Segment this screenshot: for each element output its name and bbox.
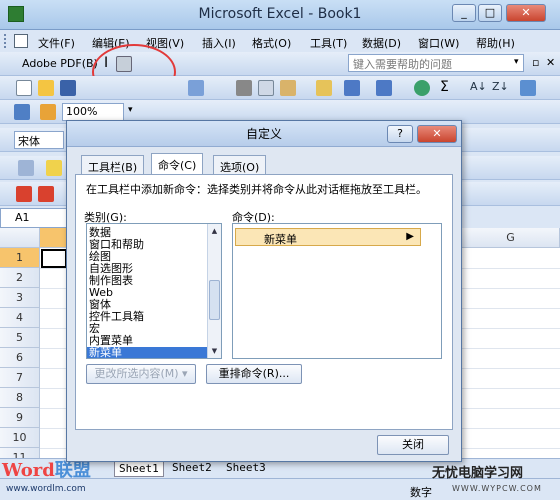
close-window-button[interactable]: ✕ [506,4,546,22]
tab-commands[interactable]: 命令(C) [151,153,204,175]
watermark-word: Word [2,460,55,481]
chart-wizard-icon[interactable] [520,80,536,96]
categories-scrollbar[interactable]: ▲ ▼ [207,224,221,358]
close-doc-icon[interactable]: ✕ [546,56,555,69]
menu-format[interactable]: 格式(O) [252,35,291,51]
row-header[interactable]: 5 [0,328,40,348]
scroll-thumb[interactable] [209,280,220,320]
sheet-tab[interactable]: Sheet1 [114,461,164,477]
sheet-tab[interactable]: Sheet2 [168,461,216,477]
standard-toolbar: Σ A↓ Z↓ [0,76,560,100]
menu-bar: 文件(F) 编辑(E) 视图(V) 插入(I) 格式(O) 工具(T) 数据(D… [0,30,560,52]
font-select[interactable]: 宋体 [14,131,64,149]
menu-insert[interactable]: 插入(I) [202,35,236,51]
toolbar-grip[interactable] [4,34,7,48]
row-header[interactable]: 7 [0,368,40,388]
sheet-tab[interactable]: Sheet3 [222,461,270,477]
fill-color-icon[interactable] [46,160,62,176]
dialog-help-button[interactable]: ? [387,125,413,143]
modify-selection-button[interactable]: 更改所选内容(M) ▾ [86,364,196,384]
customize-dialog: 自定义 ? ✕ 工具栏(B) 命令(C) 选项(O) 在工具栏中添加新命令：选择… [66,120,462,462]
active-cell-a1[interactable] [41,249,67,268]
watermark-url: www.wordlm.com [6,484,86,494]
undo-icon[interactable] [344,80,360,96]
row-header[interactable]: 4 [0,308,40,328]
scroll-down-icon[interactable]: ▼ [209,345,220,357]
sort-descending-icon[interactable]: Z↓ [492,80,509,93]
drawing-icon[interactable] [40,104,56,120]
categories-list[interactable]: 数据 窗口和帮助 绘图 自选图形 制作图表 Web 窗体 控件工具箱 宏 内置菜… [86,223,222,359]
autosum-icon[interactable]: Σ [440,79,449,95]
tab-toolbars[interactable]: 工具栏(B) [81,155,145,175]
cut-icon[interactable] [236,80,252,96]
name-box[interactable]: A1 [0,208,70,228]
borders-icon[interactable] [18,160,34,176]
instruction-text: 在工具栏中添加新命令：选择类别并将命令从此对话框拖放至工具栏。 [86,183,427,196]
spelling-icon[interactable] [188,80,204,96]
row-header[interactable]: 10 [0,428,40,448]
format-painter-icon[interactable] [316,80,332,96]
save-icon[interactable] [60,80,76,96]
select-all-corner[interactable] [0,228,40,248]
list-item[interactable]: 控件工具箱 [87,311,221,323]
workbook-icon[interactable] [14,34,28,48]
new-icon[interactable] [16,80,32,96]
tab-options[interactable]: 选项(O) [213,155,267,175]
row-header[interactable]: 1 [0,248,40,268]
pdf-convert-icon[interactable] [16,186,32,202]
column-header-g[interactable]: G [462,228,560,248]
chevron-down-icon[interactable]: ▾ [514,57,519,67]
row-header[interactable]: 8 [0,388,40,408]
zoom-select[interactable]: 100% [62,103,124,121]
paste-icon[interactable] [280,80,296,96]
menu-data[interactable]: 数据(D) [362,35,401,51]
pdf-email-icon[interactable] [38,186,54,202]
maximize-button[interactable]: □ [478,4,502,22]
dialog-close-icon[interactable]: ✕ [417,125,457,143]
menu-window[interactable]: 窗口(W) [418,35,459,51]
menu-file[interactable]: 文件(F) [38,35,75,51]
chart-icon[interactable] [14,104,30,120]
minimize-button[interactable]: _ [452,4,476,22]
adobe-toolbar: Adobe PDF(B) I 键入需要帮助的问题 ▾ ▫ ✕ [0,52,560,76]
list-item-selected[interactable]: 新菜单 [87,347,221,358]
status-mode: 数字 [410,486,432,499]
title-bar: Microsoft Excel - Book1 _ □ ✕ [0,0,560,30]
open-icon[interactable] [38,80,54,96]
sort-ascending-icon[interactable]: A↓ [470,80,487,93]
wypcw-url: WWW.WYPCW.COM [452,484,542,493]
menu-help[interactable]: 帮助(H) [476,35,515,51]
commands-panel: 在工具栏中添加新命令：选择类别并将命令从此对话框拖放至工具栏。 类别(G): 命… [75,174,453,430]
watermark-lianmeng: 联盟 [54,460,91,481]
chevron-down-icon[interactable]: ▾ [128,105,133,115]
row-header[interactable]: 3 [0,288,40,308]
submenu-arrow-icon: ▶ [406,231,414,242]
commands-list[interactable]: 新菜单 ▶ [232,223,442,359]
row-header[interactable]: 9 [0,408,40,428]
redo-icon[interactable] [376,80,392,96]
restore-icon[interactable]: ▫ [532,56,539,69]
wypcw-watermark: 无忧电脑学习网 [432,466,524,481]
menu-tools[interactable]: 工具(T) [310,35,347,51]
hyperlink-icon[interactable] [414,80,430,96]
command-item-new-menu[interactable]: 新菜单 ▶ [235,228,421,246]
help-search-input[interactable]: 键入需要帮助的问题 [348,54,524,72]
copy-icon[interactable] [258,80,274,96]
row-header[interactable]: 6 [0,348,40,368]
adobe-pdf-menu[interactable]: Adobe PDF(B) [22,57,98,70]
window-title: Microsoft Excel - Book1 [198,6,362,22]
row-header[interactable]: 2 [0,268,40,288]
close-button[interactable]: 关闭 [377,435,449,455]
rearrange-commands-button[interactable]: 重排命令(R)... [206,364,302,384]
command-item-label: 新菜单 [264,233,297,246]
scroll-up-icon[interactable]: ▲ [209,225,220,237]
